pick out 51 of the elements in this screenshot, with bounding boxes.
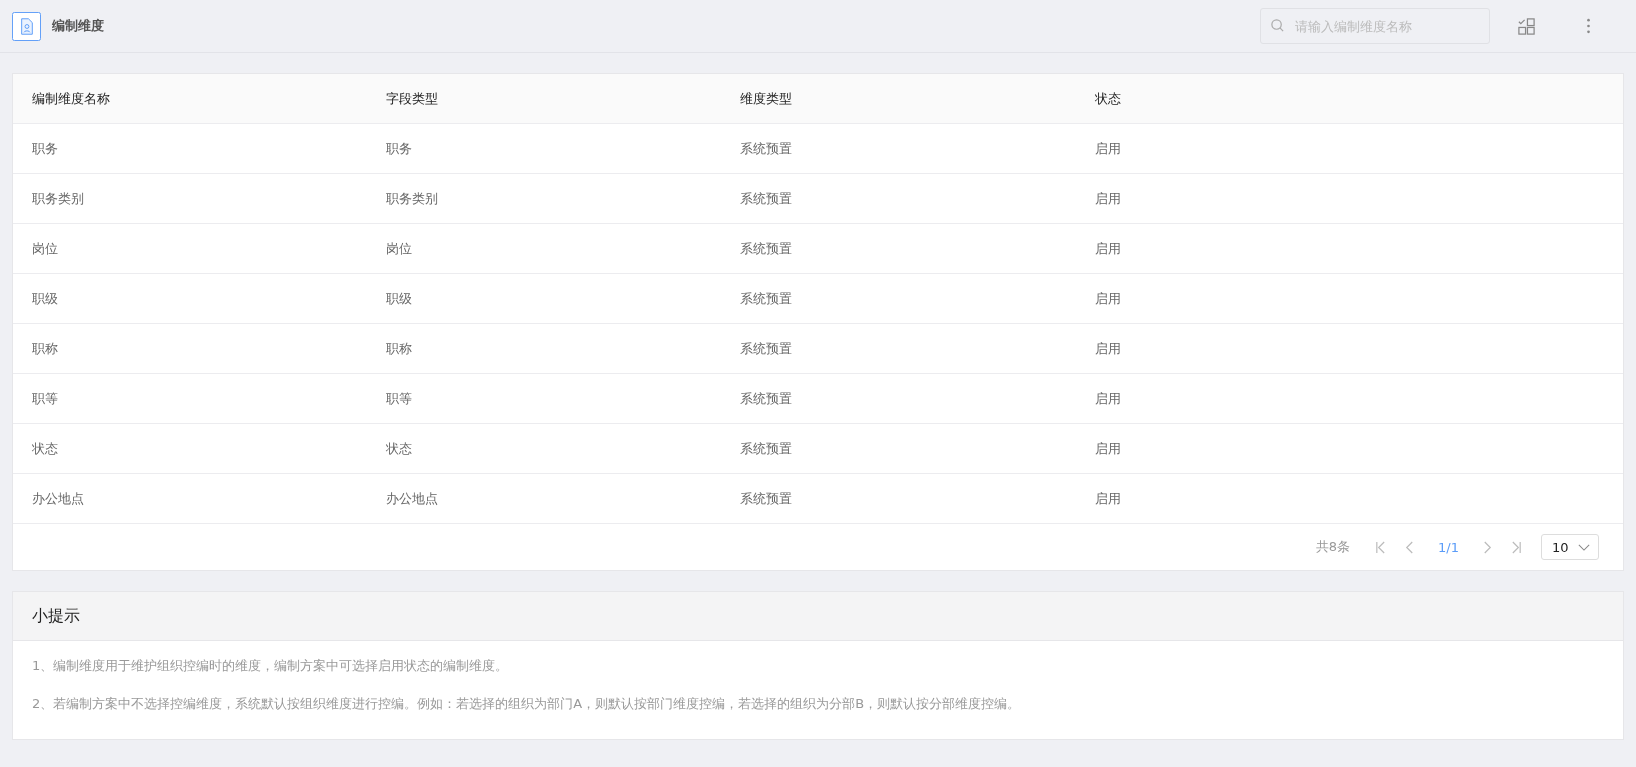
first-page-icon[interactable] xyxy=(1375,540,1387,554)
grid-check-icon[interactable] xyxy=(1517,16,1536,36)
column-header: 维度类型 xyxy=(721,74,1076,124)
table-cell: 系统预置 xyxy=(721,123,1076,174)
table-cell: 系统预置 xyxy=(721,323,1076,374)
table-cell: 启用 xyxy=(1075,273,1623,324)
table-cell: 启用 xyxy=(1075,423,1623,474)
table-cell: 办公地点 xyxy=(13,473,368,524)
table-cell: 办公地点 xyxy=(367,473,722,524)
table-cell: 启用 xyxy=(1075,123,1623,174)
table-cell: 启用 xyxy=(1075,473,1623,524)
tip-text: 2、若编制方案中不选择控编维度，系统默认按组织维度进行控编。例如：若选择的组织为部门A，则默认按部门维度控编，若选择的组织为分部B，则默认按分部维度控编。 xyxy=(32,695,1022,713)
table-cell: 职级 xyxy=(13,273,368,324)
table-cell: 职务类别 xyxy=(367,173,722,224)
table-cell: 系统预置 xyxy=(721,223,1076,274)
table-cell: 职级 xyxy=(367,273,722,324)
column-header: 状态 xyxy=(1075,74,1623,124)
page-size-select[interactable]: 10 xyxy=(1541,534,1599,560)
chevron-down-icon xyxy=(1578,543,1590,551)
table-cell: 职等 xyxy=(13,373,368,424)
table-cell: 岗位 xyxy=(13,223,368,274)
page-title: 编制维度 xyxy=(52,17,104,35)
column-header: 编制维度名称 xyxy=(13,74,368,124)
table-cell: 岗位 xyxy=(367,223,722,274)
table-cell: 职等 xyxy=(367,373,722,424)
page-indicator: 1/1 xyxy=(1438,539,1459,555)
table-cell: 状态 xyxy=(13,423,368,474)
table-cell: 系统预置 xyxy=(721,423,1076,474)
tip-text: 1、编制维度用于维护组织控编时的维度，编制方案中可选择启用状态的编制维度。 xyxy=(32,657,510,675)
table-cell: 职务 xyxy=(367,123,722,174)
table-cell: 启用 xyxy=(1075,173,1623,224)
table-cell: 启用 xyxy=(1075,373,1623,424)
table-cell: 系统预置 xyxy=(721,473,1076,524)
total-count: 共8条 xyxy=(1315,538,1351,556)
last-page-icon[interactable] xyxy=(1511,540,1522,554)
table-cell: 职称 xyxy=(367,323,722,374)
table-cell: 启用 xyxy=(1075,323,1623,374)
table-cell: 职务类别 xyxy=(13,173,368,224)
next-page-icon[interactable] xyxy=(1482,540,1493,554)
table-cell: 系统预置 xyxy=(721,173,1076,224)
table-cell: 启用 xyxy=(1075,223,1623,274)
table-cell: 职务 xyxy=(13,123,368,174)
document-icon xyxy=(12,11,41,41)
table-cell: 系统预置 xyxy=(721,273,1076,324)
table-cell: 状态 xyxy=(367,423,722,474)
table-cell: 职称 xyxy=(13,323,368,374)
more-icon[interactable] xyxy=(1586,17,1591,35)
column-header: 字段类型 xyxy=(367,74,722,124)
tips-title: 小提示 xyxy=(13,592,1623,641)
previous-page-icon[interactable] xyxy=(1404,540,1416,554)
table-cell: 系统预置 xyxy=(721,373,1076,424)
